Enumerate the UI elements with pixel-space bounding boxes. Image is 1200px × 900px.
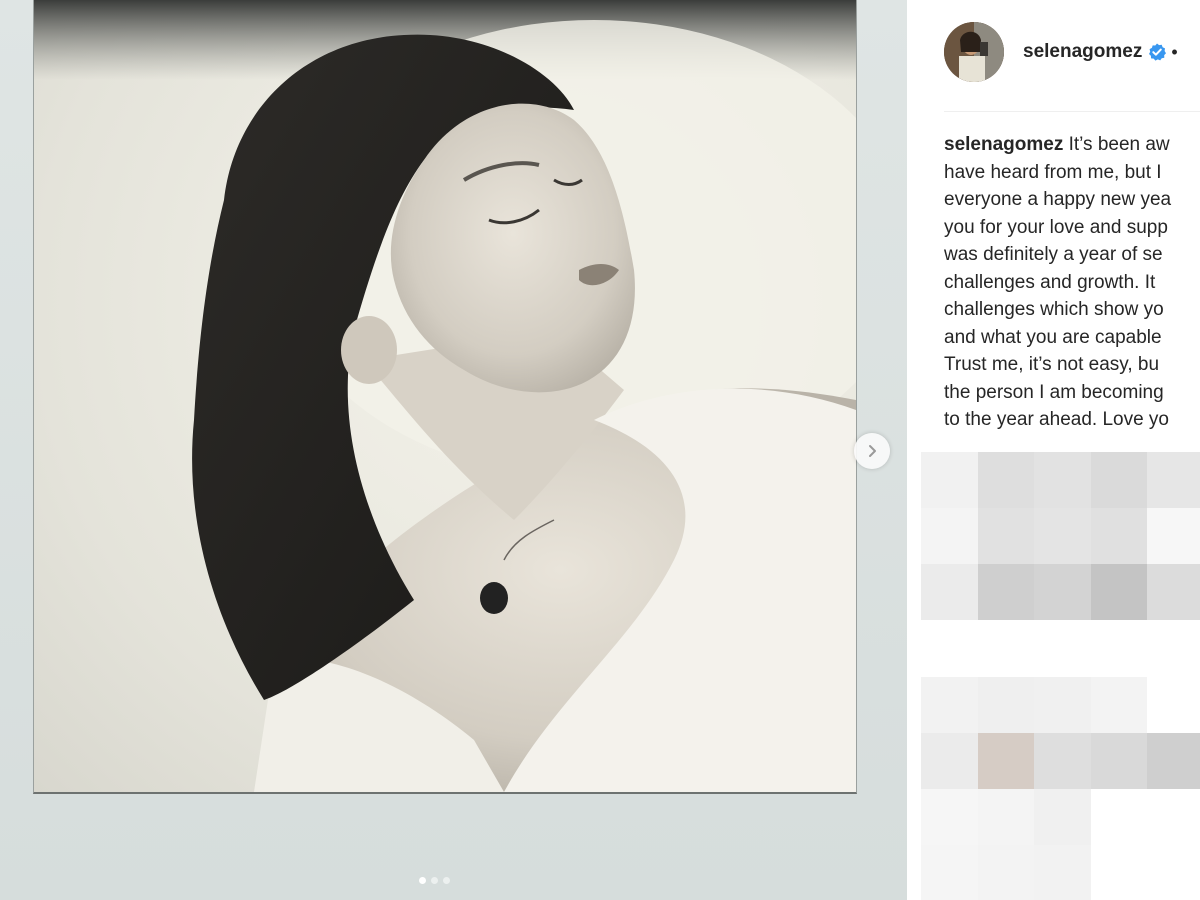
obscured-comments-1 [921,452,1200,620]
caption-line: the person I am becoming [944,381,1164,403]
caption-line: you for your love and supp [944,216,1168,238]
chevron-right-icon [869,445,876,457]
post-media [0,0,907,900]
instagram-post-view: selenagomez • selenagomez It’s been aw h… [0,0,1200,900]
next-slide-button[interactable] [854,433,890,469]
avatar[interactable] [944,22,1004,82]
caption-line: challenges and growth. It [944,271,1156,293]
post-side-panel: selenagomez • selenagomez It’s been aw h… [907,0,1200,900]
caption-line: to the year ahead. Love yo [944,409,1169,430]
carousel-dot-active [418,877,426,884]
caption-line: have heard from me, but I [944,161,1162,183]
carousel-dot [442,877,450,884]
carousel-indicator [0,877,868,884]
caption-line: challenges which show yo [944,299,1164,320]
header-divider [944,111,1200,112]
caption-line: selenagomez It’s been aw [944,131,1200,159]
caption-line: everyone a happy new yea [944,189,1172,210]
caption-username[interactable]: selenagomez [944,134,1063,155]
post-caption: selenagomez It’s been aw have heard from… [944,131,1200,434]
post-photo [33,0,857,794]
header-separator: • [1171,41,1178,62]
caption-text: It’s been aw [1068,134,1170,155]
caption-line: and what you are capable [944,326,1162,348]
caption-line: Trust me, it’s not easy, bu [944,354,1160,375]
obscured-comments-2 [921,677,1200,900]
post-username[interactable]: selenagomez [1023,41,1142,63]
caption-line: was definitely a year of se [944,244,1163,265]
verified-badge-icon [1148,43,1167,61]
carousel-dot [430,877,438,884]
post-header: selenagomez • [944,20,1178,84]
